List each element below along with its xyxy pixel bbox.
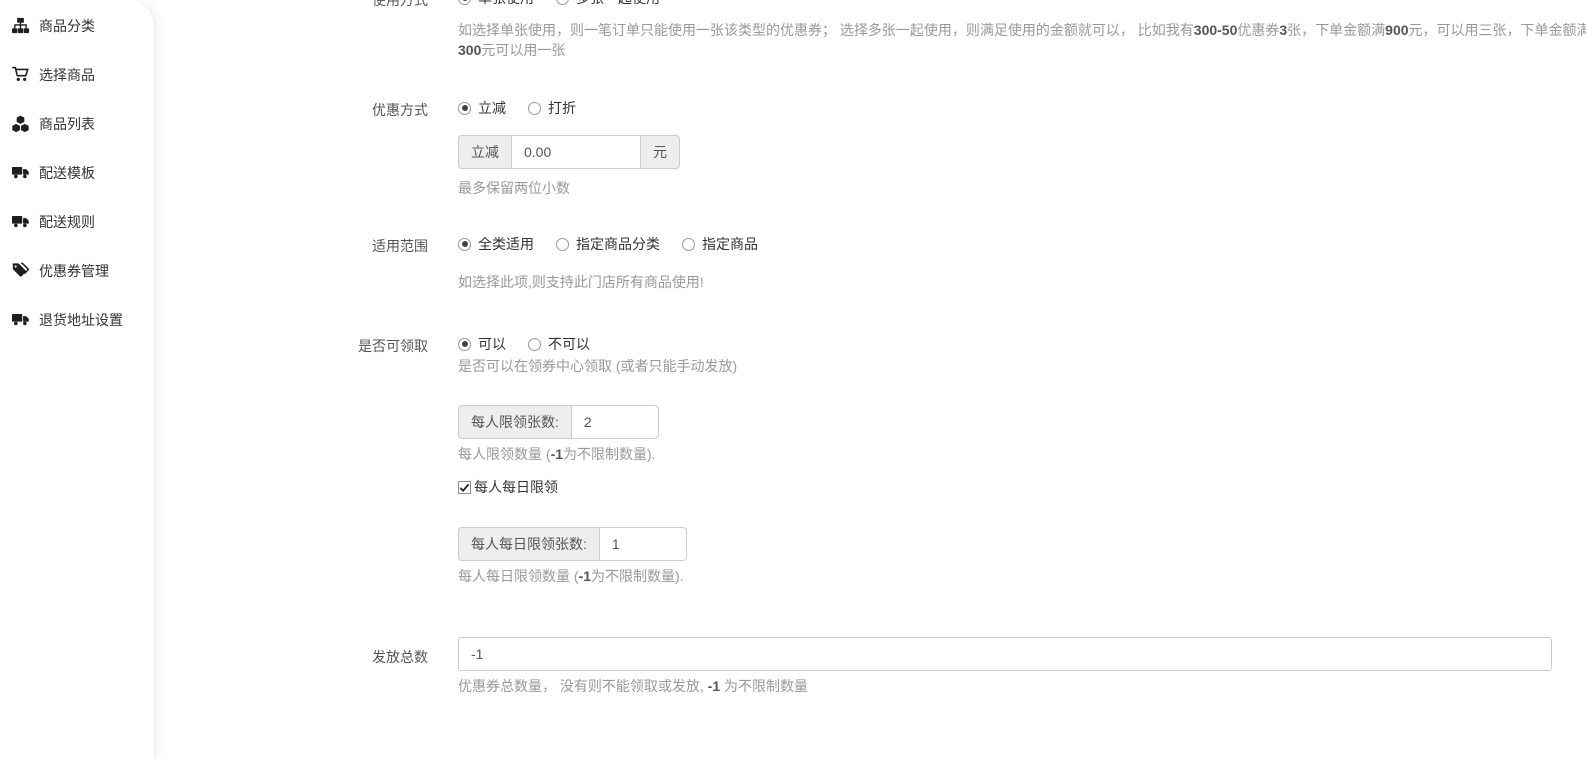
sidebar-item-coupon-management[interactable]: 优惠券管理 — [0, 246, 154, 295]
daily-limit-addon: 每人每日限领张数: — [458, 527, 599, 561]
sidebar-item-delivery-rules[interactable]: 配送规则 — [0, 197, 154, 246]
radio-icon — [556, 0, 569, 5]
form-row-discount: 优惠方式 立减 打折 立减 元 最多保留两位小数 — [155, 98, 1586, 198]
receive-option-yes[interactable]: 可以 — [458, 334, 506, 354]
radio-icon — [682, 238, 695, 251]
sidebar-item-label: 优惠券管理 — [39, 261, 109, 281]
discount-help: 最多保留两位小数 — [458, 178, 1586, 198]
sidebar-item-return-address[interactable]: 退货地址设置 — [0, 295, 154, 344]
sidebar-item-label: 商品分类 — [39, 16, 95, 36]
radio-icon — [556, 238, 569, 251]
form-row-receive: 是否可领取 可以 不可以 是否可以在领券中心领取 (或者只能手动发放) 每人限领… — [155, 334, 1586, 586]
sidebar-item-label: 配送规则 — [39, 212, 95, 232]
radio-option-label: 全类适用 — [478, 234, 534, 254]
usage-label: 使用方式 — [155, 0, 458, 60]
radio-option-label: 不可以 — [548, 334, 590, 354]
discount-option-percent[interactable]: 打折 — [528, 98, 576, 118]
radio-option-label: 单张使用 — [478, 0, 534, 8]
usage-help-line1: 如选择单张使用，则一笔订单只能使用一张该类型的优惠券； 选择多张一起使用，则满足… — [458, 20, 1586, 40]
discount-amount-input[interactable] — [511, 135, 641, 169]
truck-icon — [12, 213, 29, 230]
radio-option-label: 立减 — [478, 98, 506, 118]
receive-option-no[interactable]: 不可以 — [528, 334, 590, 354]
radio-icon — [528, 338, 541, 351]
scope-option-product[interactable]: 指定商品 — [682, 234, 758, 254]
discount-amount-addon-left: 立减 — [458, 135, 511, 169]
total-count-input[interactable] — [458, 637, 1552, 671]
cubes-icon — [12, 115, 29, 132]
truck-icon — [12, 311, 29, 328]
discount-amount-addon-right: 元 — [641, 135, 680, 169]
usage-help: 如选择单张使用，则一笔订单只能使用一张该类型的优惠券； 选择多张一起使用，则满足… — [458, 20, 1586, 60]
discount-amount-group: 立减 元 — [458, 135, 680, 169]
scope-option-all[interactable]: 全类适用 — [458, 234, 534, 254]
radio-icon — [458, 238, 471, 251]
daily-limit-checkbox-label: 每人每日限领 — [474, 477, 558, 497]
radio-option-label: 指定商品 — [702, 234, 758, 254]
per-person-limit-addon: 每人限领张数: — [458, 405, 571, 439]
radio-icon — [458, 338, 471, 351]
usage-option-multiple[interactable]: 多张一起使用 — [556, 0, 660, 8]
per-person-limit-help: 每人限领数量 (-1为不限制数量). — [458, 444, 1586, 464]
radio-option-label: 多张一起使用 — [576, 0, 660, 8]
radio-icon — [528, 102, 541, 115]
sidebar-item-label: 配送模板 — [39, 163, 95, 183]
scope-help: 如选择此项,则支持此门店所有商品使用! — [458, 272, 1586, 292]
per-person-limit-input[interactable] — [571, 405, 659, 439]
daily-limit-checkbox-row[interactable]: 每人每日限领 — [458, 477, 1586, 497]
sidebar-item-label: 商品列表 — [39, 114, 95, 134]
form-row-scope: 适用范围 全类适用 指定商品分类 指定商品 如选择此项,则支持此门店所有商品使用… — [155, 234, 1586, 292]
scope-label: 适用范围 — [155, 234, 458, 292]
sitemap-icon — [12, 17, 29, 34]
coupon-form: 使用方式 单张使用 多张一起使用 如选择单张使用，则一笔订单只能使用一张该类型的… — [155, 0, 1586, 696]
receive-label: 是否可领取 — [155, 334, 458, 586]
radio-icon — [458, 102, 471, 115]
daily-limit-group: 每人每日限领张数: — [458, 527, 687, 561]
tags-icon — [12, 262, 29, 279]
sidebar: 商品分类 选择商品 商品列表 配送模板 配送规则 优惠券管理 退货地址设置 — [0, 0, 155, 759]
truck-icon — [12, 164, 29, 181]
sidebar-item-label: 退货地址设置 — [39, 310, 123, 330]
cart-icon — [12, 66, 29, 83]
usage-option-single[interactable]: 单张使用 — [458, 0, 534, 8]
daily-limit-help: 每人每日限领数量 (-1为不限制数量). — [458, 566, 1586, 586]
receive-help: 是否可以在领券中心领取 (或者只能手动发放) — [458, 356, 1586, 376]
usage-help-line2: 300元可以用一张 — [458, 40, 1586, 60]
sidebar-item-product-list[interactable]: 商品列表 — [0, 99, 154, 148]
form-row-total: 发放总数 优惠券总数量， 没有则不能领取或发放, -1 为不限制数量 — [155, 637, 1586, 696]
sidebar-item-select-product[interactable]: 选择商品 — [0, 50, 154, 99]
total-help: 优惠券总数量， 没有则不能领取或发放, -1 为不限制数量 — [458, 676, 1586, 696]
sidebar-item-product-category[interactable]: 商品分类 — [0, 1, 154, 50]
radio-option-label: 可以 — [478, 334, 506, 354]
daily-limit-input[interactable] — [599, 527, 687, 561]
form-row-usage: 使用方式 单张使用 多张一起使用 如选择单张使用，则一笔订单只能使用一张该类型的… — [155, 0, 1586, 60]
radio-option-label: 打折 — [548, 98, 576, 118]
sidebar-item-label: 选择商品 — [39, 65, 95, 85]
total-label: 发放总数 — [155, 637, 458, 696]
discount-option-reduce[interactable]: 立减 — [458, 98, 506, 118]
radio-option-label: 指定商品分类 — [576, 234, 660, 254]
scope-option-category[interactable]: 指定商品分类 — [556, 234, 660, 254]
checkbox-icon — [458, 481, 471, 494]
radio-icon — [458, 0, 471, 5]
sidebar-item-delivery-template[interactable]: 配送模板 — [0, 148, 154, 197]
discount-label: 优惠方式 — [155, 98, 458, 198]
per-person-limit-group: 每人限领张数: — [458, 405, 659, 439]
